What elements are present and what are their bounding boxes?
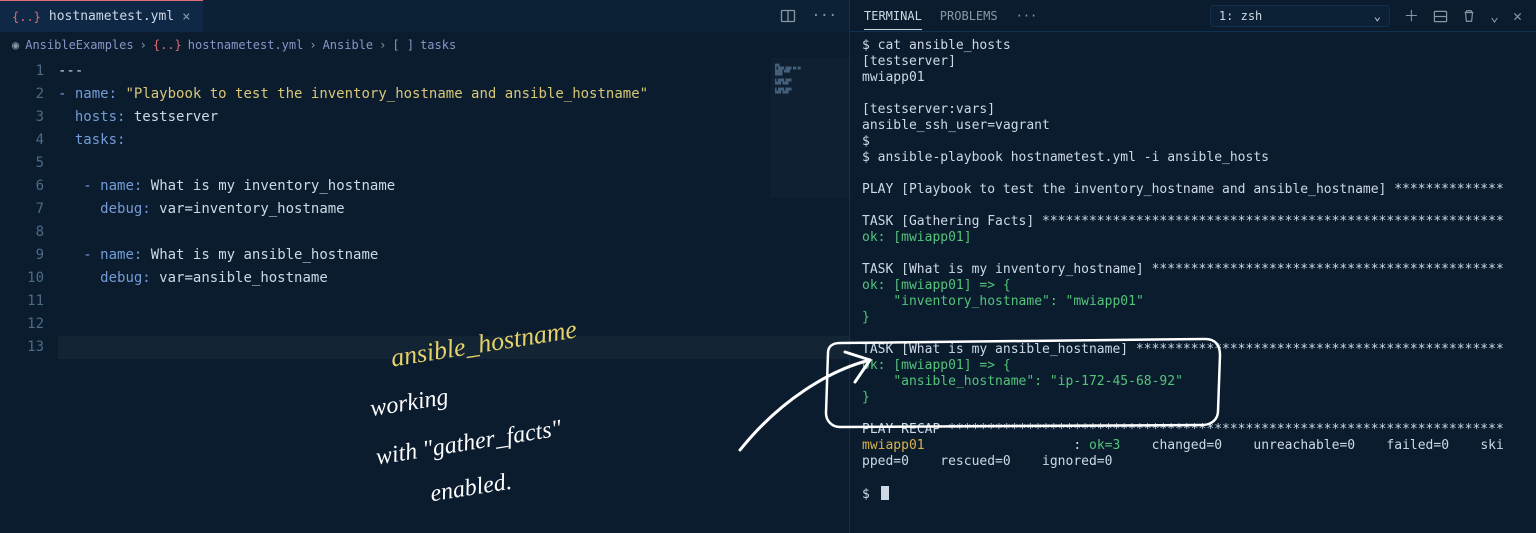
terminal-selector[interactable]: 1: zsh ⌄	[1210, 5, 1390, 27]
panel-tabbar: TERMINAL PROBLEMS ··· 1: zsh ⌄ ＋	[850, 0, 1536, 32]
code-line[interactable]	[58, 152, 849, 175]
new-terminal-icon[interactable]: ＋	[1404, 5, 1419, 26]
terminal-line	[862, 86, 1524, 102]
tab-filename: hostnametest.yml	[49, 9, 174, 24]
terminal-line: ok: [mwiapp01] => {	[862, 278, 1524, 294]
breadcrumb[interactable]: ◉ AnsibleExamples › {..} hostnametest.ym…	[0, 32, 849, 58]
code-content[interactable]: ---- name: "Playbook to test the invento…	[58, 58, 849, 533]
terminal-line	[862, 166, 1524, 182]
terminal-selector-label: 1: zsh	[1219, 9, 1262, 23]
close-panel-icon[interactable]: ✕	[1513, 7, 1522, 25]
tab-problems[interactable]: PROBLEMS	[940, 9, 998, 23]
yaml-file-icon: {..}	[153, 38, 182, 52]
terminal-line: $	[862, 486, 1524, 503]
line-number-gutter: 12345678910111213	[0, 58, 58, 533]
terminal-output[interactable]: $ cat ansible_hosts[testserver] mwiapp01 …	[850, 32, 1536, 533]
editor-tabbar: {..} hostnametest.yml × ···	[0, 0, 849, 32]
editor-tab-active[interactable]: {..} hostnametest.yml ×	[0, 0, 203, 32]
code-line[interactable]: - name: "Playbook to test the inventory_…	[58, 83, 849, 106]
terminal-line	[862, 406, 1524, 422]
breadcrumb-section[interactable]: Ansible	[323, 38, 374, 52]
terminal-line: "inventory_hostname": "mwiapp01"	[862, 294, 1524, 310]
terminal-line: TASK [Gathering Facts] *****************…	[862, 214, 1524, 230]
terminal-line: ok: [mwiapp01] => {	[862, 358, 1524, 374]
terminal-line: [testserver:vars]	[862, 102, 1524, 118]
terminal-line: }	[862, 310, 1524, 326]
terminal-line: "ansible_hostname": "ip-172-45-68-92"	[862, 374, 1524, 390]
tab-terminal[interactable]: TERMINAL	[864, 9, 922, 30]
breadcrumb-file[interactable]: hostnametest.yml	[188, 38, 304, 52]
code-line[interactable]: debug: var=inventory_hostname	[58, 198, 849, 221]
breadcrumb-tasks[interactable]: tasks	[420, 38, 456, 52]
terminal-line: ok: [mwiapp01]	[862, 230, 1524, 246]
terminal-line: TASK [What is my inventory_hostname] ***…	[862, 262, 1524, 278]
breadcrumb-tasks-icon: [ ]	[392, 38, 414, 52]
terminal-line	[862, 470, 1524, 486]
terminal-line: $ ansible-playbook hostnametest.yml -i a…	[862, 150, 1524, 166]
code-line[interactable]: - name: What is my inventory_hostname	[58, 175, 849, 198]
terminal-line: pped=0 rescued=0 ignored=0	[862, 454, 1524, 470]
code-line[interactable]: - name: What is my ansible_hostname	[58, 244, 849, 267]
code-line[interactable]: tasks:	[58, 129, 849, 152]
code-line[interactable]: debug: var=ansible_hostname	[58, 267, 849, 290]
terminal-line: PLAY RECAP *****************************…	[862, 422, 1524, 438]
breadcrumb-dot-icon: ◉	[12, 38, 19, 52]
more-panel-icon[interactable]: ···	[1016, 9, 1038, 23]
terminal-line: $	[862, 134, 1524, 150]
terminal-line: [testserver]	[862, 54, 1524, 70]
terminal-line: TASK [What is my ansible_hostname] *****…	[862, 342, 1524, 358]
close-icon[interactable]: ×	[182, 9, 190, 25]
terminal-line	[862, 326, 1524, 342]
terminal-line: mwiapp01	[862, 70, 1524, 86]
terminal-line: ansible_ssh_user=vagrant	[862, 118, 1524, 134]
terminal-line: $ cat ansible_hosts	[862, 38, 1524, 54]
split-terminal-icon[interactable]	[1433, 7, 1448, 25]
code-line[interactable]	[58, 221, 849, 244]
code-line[interactable]	[58, 336, 849, 359]
minimap[interactable]: ████ ████ ████ ██ ██ █████ ████ █████ █ …	[771, 58, 849, 198]
split-editor-icon[interactable]	[780, 8, 796, 24]
yaml-file-icon: {..}	[12, 10, 41, 24]
terminal-line: mwiapp01 : ok=3 changed=0 unreachable=0 …	[862, 438, 1524, 454]
code-line[interactable]: hosts: testserver	[58, 106, 849, 129]
code-editor[interactable]: 12345678910111213 ---- name: "Playbook t…	[0, 58, 849, 533]
code-line[interactable]	[58, 313, 849, 336]
terminal-line: }	[862, 390, 1524, 406]
chevron-down-icon[interactable]: ⌄	[1490, 7, 1499, 25]
chevron-down-icon: ⌄	[1374, 9, 1381, 23]
code-line[interactable]: ---	[58, 60, 849, 83]
terminal-line	[862, 198, 1524, 214]
code-line[interactable]	[58, 290, 849, 313]
kill-terminal-icon[interactable]	[1462, 7, 1476, 25]
terminal-line: PLAY [Playbook to test the inventory_hos…	[862, 182, 1524, 198]
terminal-line	[862, 246, 1524, 262]
more-actions-icon[interactable]: ···	[812, 8, 837, 24]
breadcrumb-root[interactable]: AnsibleExamples	[25, 38, 133, 52]
